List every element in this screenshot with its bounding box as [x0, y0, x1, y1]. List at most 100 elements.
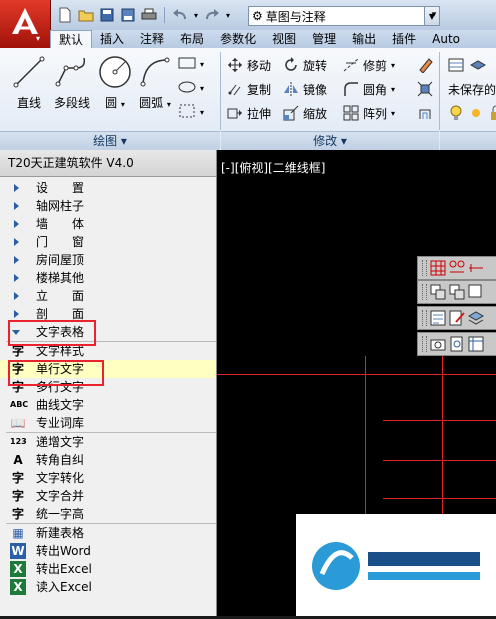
- offset-button[interactable]: [417, 103, 433, 123]
- document-search-icon[interactable]: [449, 336, 465, 352]
- tab-parametric[interactable]: 参数化: [212, 30, 264, 48]
- command-label: 文字转化: [36, 471, 85, 485]
- layer-properties-button[interactable]: [448, 55, 464, 75]
- circle-button[interactable]: 圆 ▾: [94, 54, 136, 111]
- cmd-professional-dictionary[interactable]: 📖 专业词库: [0, 414, 216, 432]
- line-button[interactable]: 直线: [8, 54, 50, 111]
- layers-panel-footer[interactable]: [440, 131, 496, 150]
- tab-annotate[interactable]: 注释: [132, 30, 172, 48]
- tab-plugins[interactable]: 插件: [384, 30, 424, 48]
- watermark-graphic: [312, 542, 480, 590]
- print-icon[interactable]: [140, 6, 158, 24]
- stretch-button[interactable]: 拉伸: [227, 103, 271, 123]
- cmd-new-table[interactable]: ▦ 新建表格: [0, 524, 216, 542]
- camera-icon[interactable]: [430, 336, 446, 352]
- chevron-down-icon[interactable]: ▾: [167, 100, 171, 109]
- new-file-icon[interactable]: [56, 6, 74, 24]
- tab-view[interactable]: 视图: [264, 30, 304, 48]
- dimension-icon[interactable]: [468, 260, 484, 276]
- chevron-down-icon[interactable]: ▾: [391, 109, 395, 118]
- category-label: 剖 面: [36, 307, 85, 321]
- fillet-button[interactable]: 圆角 ▾: [343, 79, 395, 99]
- qat-overflow-button[interactable]: ▾: [428, 6, 440, 24]
- scale-button[interactable]: 缩放: [283, 103, 327, 123]
- chevron-down-icon[interactable]: ▾: [391, 61, 395, 70]
- mirror-button[interactable]: 镜像: [283, 79, 327, 99]
- save-icon[interactable]: [98, 6, 116, 24]
- tab-insert[interactable]: 插入: [92, 30, 132, 48]
- cmd-increment-text[interactable]: 123 递增文字: [0, 433, 216, 451]
- cmd-curved-text[interactable]: ABC 曲线文字: [0, 396, 216, 414]
- explode-button[interactable]: [417, 79, 433, 99]
- bulb-button[interactable]: [448, 103, 496, 123]
- application-menu-button[interactable]: ▾: [0, 0, 51, 49]
- undo-dropdown-icon[interactable]: ▾: [192, 6, 200, 24]
- toolbar-grip[interactable]: [422, 260, 427, 276]
- redo-icon[interactable]: [203, 6, 221, 24]
- cmd-angle-correct[interactable]: A 转角自纠: [0, 451, 216, 469]
- lightbulb-icon: [448, 105, 464, 121]
- rectangle-button[interactable]: ▾: [178, 54, 204, 74]
- toolbar-grip[interactable]: [422, 336, 427, 352]
- category-stairs-other[interactable]: 楼梯其他: [0, 269, 216, 287]
- tab-output[interactable]: 输出: [344, 30, 384, 48]
- table-icon[interactable]: [468, 336, 484, 352]
- arc-button[interactable]: 圆弧 ▾: [134, 54, 176, 111]
- category-axis-columns[interactable]: 轴网柱子: [0, 197, 216, 215]
- move-button[interactable]: 移动: [227, 55, 271, 75]
- save-as-icon[interactable]: [119, 6, 137, 24]
- window-icon[interactable]: [430, 284, 446, 300]
- window-icon[interactable]: [468, 284, 484, 300]
- copy-button[interactable]: 复制: [227, 79, 271, 99]
- redo-dropdown-icon[interactable]: ▾: [224, 6, 232, 24]
- window-icon[interactable]: [449, 284, 465, 300]
- hatch-button[interactable]: ▾: [178, 78, 204, 98]
- stretch-icon: [227, 105, 243, 121]
- layer-state-button[interactable]: [469, 55, 487, 75]
- category-elevation[interactable]: 立 面: [0, 287, 216, 305]
- text-merge-icon: 字: [11, 489, 24, 503]
- ribbon: 直线 多段线 圆 ▾ 圆弧 ▾ ▾ ▾ ▾ 绘图 ▾ 移动 旋转 修剪 ▾ 复制…: [0, 48, 496, 151]
- cmd-text-merge[interactable]: 字文字合并: [0, 487, 216, 505]
- tab-manage[interactable]: 管理: [304, 30, 344, 48]
- trim-button[interactable]: 修剪 ▾: [343, 55, 395, 75]
- drawing-line: [442, 356, 443, 516]
- toolbar-grip[interactable]: [422, 284, 427, 300]
- line-icon: [11, 54, 47, 90]
- category-doors-windows[interactable]: 门 窗: [0, 233, 216, 251]
- layer-dropdown[interactable]: 未保存的: [448, 79, 496, 99]
- undo-icon[interactable]: [171, 6, 189, 24]
- ellipse-icon: [178, 79, 196, 98]
- rotate-button[interactable]: 旋转: [283, 55, 327, 75]
- tab-default[interactable]: 默认: [50, 30, 93, 49]
- edit-icon[interactable]: [449, 310, 465, 326]
- tab-autodesk[interactable]: Auto: [424, 30, 468, 48]
- workspace-selector[interactable]: ⚙ 草图与注释 ▼: [248, 6, 440, 26]
- layers-icon[interactable]: [467, 310, 485, 326]
- properties-icon[interactable]: [430, 310, 446, 326]
- array-button[interactable]: 阵列 ▾: [343, 103, 395, 123]
- cmd-text-convert[interactable]: 字文字转化: [0, 469, 216, 487]
- modify-panel-footer[interactable]: 修改 ▾: [221, 131, 439, 150]
- cmd-uniform-height[interactable]: 字统一字高: [0, 505, 216, 523]
- category-rooms-roofs[interactable]: 房间屋顶: [0, 251, 216, 269]
- cmd-export-excel[interactable]: X 转出Excel: [0, 560, 216, 578]
- axis-icon[interactable]: [449, 260, 465, 276]
- toolbar-grip[interactable]: [422, 310, 427, 326]
- tab-layout[interactable]: 布局: [172, 30, 212, 48]
- chevron-down-icon[interactable]: ▾: [121, 100, 125, 109]
- draw-panel-footer[interactable]: 绘图 ▾: [0, 131, 220, 150]
- category-walls[interactable]: 墙 体: [0, 215, 216, 233]
- command-label: 专业词库: [36, 416, 85, 430]
- chevron-down-icon[interactable]: ▾: [391, 85, 395, 94]
- category-settings[interactable]: 设 置: [0, 179, 216, 197]
- boundary-button[interactable]: ▾: [178, 102, 204, 122]
- open-folder-icon[interactable]: [77, 6, 95, 24]
- polyline-button[interactable]: 多段线: [48, 54, 96, 111]
- erase-button[interactable]: [417, 55, 433, 75]
- viewport-label[interactable]: [-][俯视][二维线框]: [221, 159, 325, 176]
- cmd-import-excel[interactable]: X 读入Excel: [0, 578, 216, 596]
- grid-icon[interactable]: [430, 260, 446, 276]
- cmd-export-word[interactable]: W 转出Word: [0, 542, 216, 560]
- category-label: 门 窗: [36, 235, 85, 249]
